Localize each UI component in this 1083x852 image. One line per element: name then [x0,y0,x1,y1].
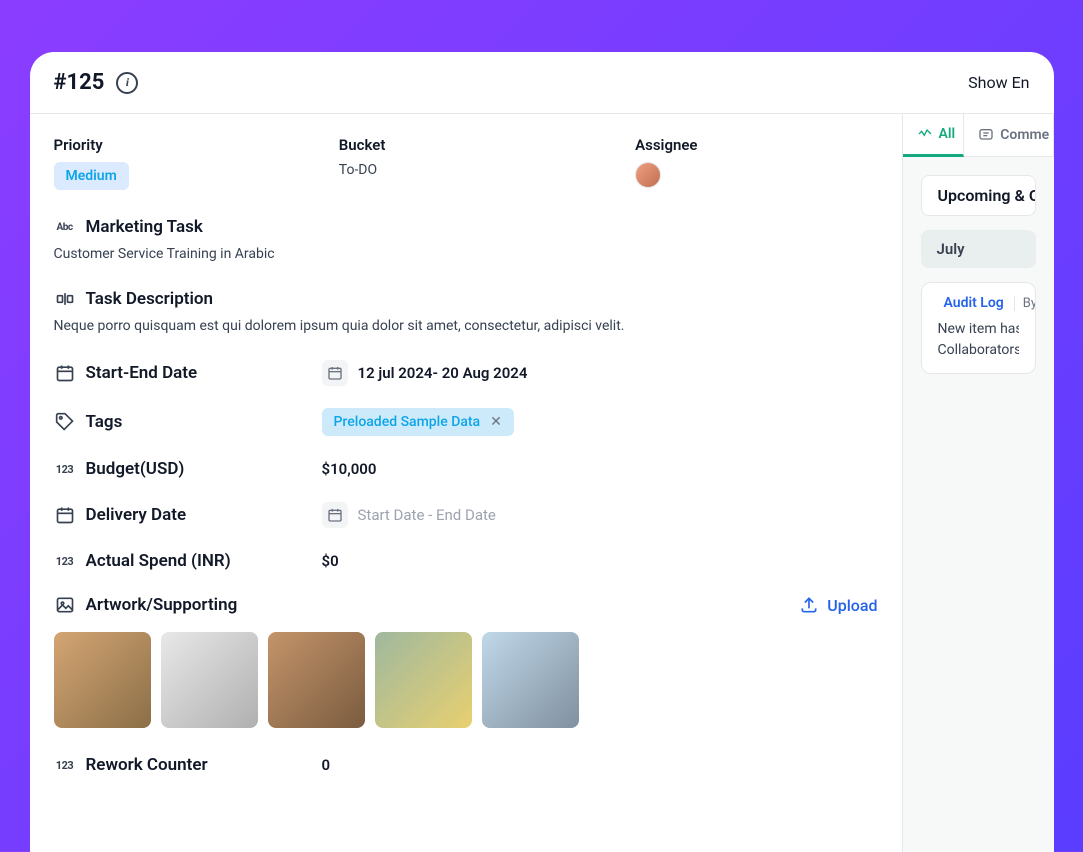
number-icon: 123 [54,550,76,572]
bucket-value: To-DO [339,162,386,178]
tags-label: Tags [86,412,123,432]
title-label: Marketing Task [86,217,203,237]
actual-spend-value: $0 [322,552,339,570]
task-id: #125 [54,70,105,95]
audit-card: Audit Log By New item has beer Collabora… [921,282,1036,374]
tab-all-label: All [939,126,956,142]
delivery-label: Delivery Date [86,505,187,525]
rework-value: 0 [322,756,331,774]
dates-row: Start-End Date 12 jul 2024- 20 Aug 2024 [54,360,878,386]
budget-value: $10,000 [322,460,377,478]
number-icon: 123 [54,458,76,480]
abc-icon: Abc [54,216,76,238]
header: #125 i Show En [30,52,1054,114]
actual-spend-label: Actual Spend (INR) [86,551,231,571]
calendar-icon[interactable] [322,502,348,528]
bucket-field: Bucket To-DO [339,136,386,190]
audit-header: Audit Log By [938,295,1019,311]
content: Priority Medium Bucket To-DO Assignee Ab… [30,114,1054,852]
artwork-thumbnail[interactable] [375,632,472,728]
priority-label: Priority [54,136,129,154]
priority-badge[interactable]: Medium [54,162,129,190]
number-icon: 123 [54,754,76,776]
delivery-row: Delivery Date Start Date - End Date [54,502,878,528]
image-icon [54,594,76,616]
assignee-label: Assignee [635,136,697,154]
dates-label: Start-End Date [86,363,198,383]
audit-by: By [1014,296,1036,311]
artwork-header: Artwork/Supporting Upload [54,594,878,616]
tag-label: Preloaded Sample Data [334,414,481,430]
upload-label: Upload [827,596,877,615]
sidebar-tabs: All Comme [903,114,1054,157]
status-pill[interactable]: Upcoming & Ov [921,175,1036,216]
images-row [54,632,878,728]
artwork-thumbnail[interactable] [482,632,579,728]
subtitle: Customer Service Training in Arabic [54,246,878,262]
bucket-label: Bucket [339,136,386,154]
desc-value: Neque porro quisquam est qui dolorem ips… [54,318,878,334]
tab-comments[interactable]: Comme [964,114,1053,156]
info-icon[interactable]: i [116,72,138,94]
tag-chip[interactable]: Preloaded Sample Data ✕ [322,408,514,436]
tags-row: Tags Preloaded Sample Data ✕ [54,408,878,436]
month-pill: July [921,230,1036,268]
rework-label: Rework Counter [86,755,208,775]
audit-msg-1: New item has beer [938,319,1019,340]
sidebar-content: Upcoming & Ov July Audit Log By New item… [903,157,1054,392]
calendar-icon[interactable] [322,360,348,386]
header-left: #125 i [54,70,139,95]
assignee-avatar[interactable] [635,162,661,188]
tag-icon [54,411,76,433]
budget-row: 123 Budget(USD) $10,000 [54,458,878,480]
main-panel: Priority Medium Bucket To-DO Assignee Ab… [30,114,902,852]
side-panel: All Comme Upcoming & Ov July Audit Log B… [902,114,1054,852]
actual-spend-row: 123 Actual Spend (INR) $0 [54,550,878,572]
desc-row: Task Description [54,288,878,310]
artwork-label: Artwork/Supporting [86,595,238,615]
dates-value: 12 jul 2024- 20 Aug 2024 [358,364,528,382]
title-row: Abc Marketing Task [54,216,878,238]
audit-title[interactable]: Audit Log [944,295,1004,311]
close-icon[interactable]: ✕ [490,414,502,430]
calendar-icon [54,362,76,384]
assignee-field: Assignee [635,136,697,190]
top-row: Priority Medium Bucket To-DO Assignee [54,136,878,190]
artwork-thumbnail[interactable] [54,632,151,728]
desc-label: Task Description [86,289,214,309]
tab-all[interactable]: All [903,114,965,157]
calendar-icon [54,504,76,526]
delivery-placeholder: Start Date - End Date [358,506,496,524]
show-more-link[interactable]: Show En [968,73,1029,92]
budget-label: Budget(USD) [86,459,185,479]
tab-comments-label: Comme [1000,127,1049,143]
artwork-thumbnail[interactable] [161,632,258,728]
upload-button[interactable]: Upload [799,595,877,615]
task-detail-card: #125 i Show En Priority Medium Bucket To… [30,52,1054,852]
rework-row: 123 Rework Counter 0 [54,754,878,776]
text-field-icon [54,288,76,310]
audit-msg-2: Collaborators, Buc [938,340,1019,361]
artwork-thumbnail[interactable] [268,632,365,728]
priority-field: Priority Medium [54,136,129,190]
